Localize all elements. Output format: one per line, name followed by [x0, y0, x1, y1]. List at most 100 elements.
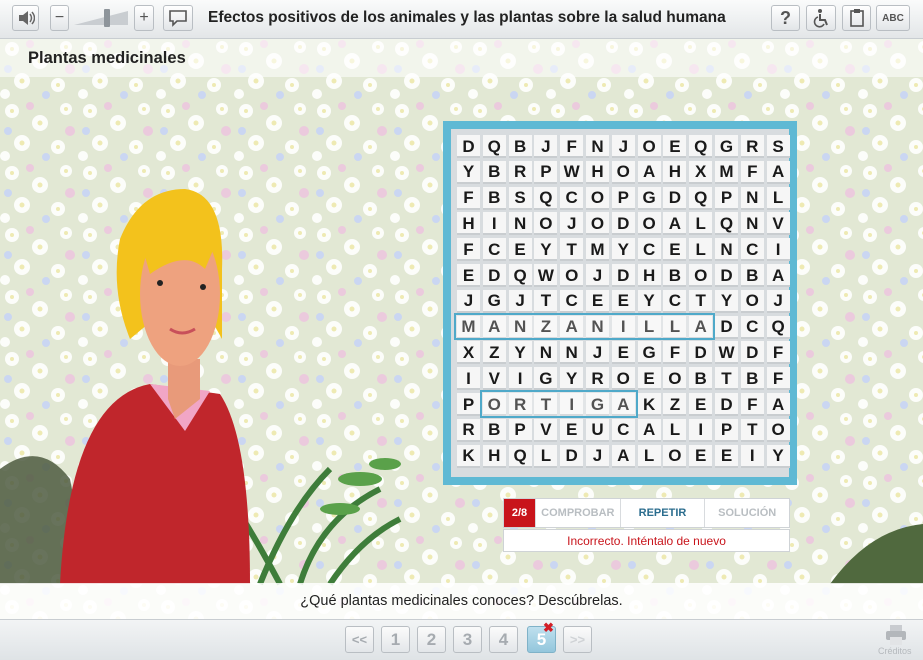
- grid-cell[interactable]: S: [508, 186, 532, 210]
- speech-bubble-icon[interactable]: [163, 5, 193, 31]
- grid-cell[interactable]: Q: [689, 186, 713, 210]
- grid-cell[interactable]: G: [534, 367, 558, 391]
- volume-up-button[interactable]: +: [134, 5, 154, 31]
- grid-cell[interactable]: I: [766, 238, 790, 262]
- grid-cell[interactable]: M: [586, 238, 609, 262]
- grid-cell[interactable]: H: [482, 444, 506, 468]
- grid-cell[interactable]: E: [560, 418, 584, 442]
- help-icon[interactable]: ?: [771, 5, 800, 31]
- grid-cell[interactable]: D: [740, 341, 764, 365]
- grid-cell[interactable]: Y: [715, 289, 738, 313]
- grid-cell[interactable]: F: [457, 186, 480, 210]
- grid-cell[interactable]: E: [663, 238, 687, 262]
- grid-cell[interactable]: L: [766, 186, 790, 210]
- grid-cell[interactable]: W: [715, 341, 738, 365]
- page-button-3[interactable]: 3: [453, 626, 482, 653]
- grid-cell[interactable]: F: [663, 341, 687, 365]
- grid-cell[interactable]: T: [715, 367, 738, 391]
- grid-cell[interactable]: N: [534, 341, 558, 365]
- grid-cell[interactable]: D: [715, 393, 738, 416]
- grid-cell[interactable]: I: [740, 444, 764, 468]
- grid-cell[interactable]: A: [766, 160, 790, 184]
- grid-cell[interactable]: D: [457, 135, 480, 158]
- grid-cell[interactable]: N: [740, 212, 764, 236]
- grid-cell[interactable]: T: [689, 289, 713, 313]
- grid-cell[interactable]: Z: [534, 315, 558, 339]
- grid-cell[interactable]: O: [586, 212, 609, 236]
- grid-cell[interactable]: F: [740, 393, 764, 416]
- grid-cell[interactable]: J: [586, 264, 609, 287]
- grid-cell[interactable]: Q: [482, 135, 506, 158]
- grid-cell[interactable]: I: [482, 212, 506, 236]
- grid-cell[interactable]: A: [766, 393, 790, 416]
- grid-cell[interactable]: D: [689, 341, 713, 365]
- grid-cell[interactable]: L: [637, 444, 661, 468]
- grid-cell[interactable]: N: [560, 341, 584, 365]
- grid-cell[interactable]: B: [508, 135, 532, 158]
- grid-cell[interactable]: Q: [766, 315, 790, 339]
- grid-cell[interactable]: A: [766, 264, 790, 287]
- grid-cell[interactable]: J: [611, 135, 635, 158]
- grid-cell[interactable]: X: [457, 341, 480, 365]
- grid-cell[interactable]: L: [637, 315, 661, 339]
- grid-cell[interactable]: Q: [689, 135, 713, 158]
- grid-cell[interactable]: P: [508, 418, 532, 442]
- grid-cell[interactable]: G: [637, 186, 661, 210]
- grid-cell[interactable]: F: [766, 341, 790, 365]
- grid-cell[interactable]: Y: [637, 289, 661, 313]
- grid-cell[interactable]: V: [766, 212, 790, 236]
- grid-cell[interactable]: R: [740, 135, 764, 158]
- grid-cell[interactable]: E: [586, 289, 609, 313]
- grid-cell[interactable]: O: [766, 418, 790, 442]
- grid-cell[interactable]: I: [457, 367, 480, 391]
- grid-cell[interactable]: D: [715, 315, 738, 339]
- grid-cell[interactable]: Y: [534, 238, 558, 262]
- grid-cell[interactable]: L: [663, 315, 687, 339]
- grid-cell[interactable]: E: [663, 135, 687, 158]
- grid-cell[interactable]: R: [508, 160, 532, 184]
- grid-cell[interactable]: A: [611, 444, 635, 468]
- grid-cell[interactable]: J: [586, 341, 609, 365]
- grid-cell[interactable]: I: [689, 418, 713, 442]
- grid-cell[interactable]: T: [534, 393, 558, 416]
- grid-cell[interactable]: B: [482, 418, 506, 442]
- credits-link[interactable]: Créditos: [878, 646, 912, 656]
- grid-cell[interactable]: R: [586, 367, 609, 391]
- grid-cell[interactable]: D: [611, 212, 635, 236]
- grid-cell[interactable]: B: [689, 367, 713, 391]
- grid-cell[interactable]: H: [637, 264, 661, 287]
- grid-cell[interactable]: W: [534, 264, 558, 287]
- grid-cell[interactable]: D: [560, 444, 584, 468]
- grid-cell[interactable]: A: [663, 212, 687, 236]
- grid-cell[interactable]: E: [715, 444, 738, 468]
- grid-cell[interactable]: Q: [534, 186, 558, 210]
- grid-cell[interactable]: Y: [611, 238, 635, 262]
- grid-cell[interactable]: M: [457, 315, 480, 339]
- grid-cell[interactable]: O: [637, 212, 661, 236]
- volume-down-button[interactable]: −: [50, 5, 69, 31]
- grid-cell[interactable]: C: [611, 418, 635, 442]
- grid-cell[interactable]: N: [740, 186, 764, 210]
- grid-cell[interactable]: C: [637, 238, 661, 262]
- grid-cell[interactable]: E: [457, 264, 480, 287]
- grid-cell[interactable]: N: [586, 315, 609, 339]
- grid-cell[interactable]: X: [689, 160, 713, 184]
- grid-cell[interactable]: J: [457, 289, 480, 313]
- grid-cell[interactable]: K: [457, 444, 480, 468]
- grid-cell[interactable]: D: [715, 264, 738, 287]
- grid-cell[interactable]: N: [508, 212, 532, 236]
- grid-cell[interactable]: C: [482, 238, 506, 262]
- grid-cell[interactable]: J: [766, 289, 790, 313]
- grid-cell[interactable]: J: [586, 444, 609, 468]
- grid-cell[interactable]: W: [560, 160, 584, 184]
- grid-cell[interactable]: S: [766, 135, 790, 158]
- grid-cell[interactable]: A: [689, 315, 713, 339]
- grid-cell[interactable]: Q: [508, 444, 532, 468]
- grid-cell[interactable]: Y: [508, 341, 532, 365]
- grid-cell[interactable]: T: [534, 289, 558, 313]
- grid-cell[interactable]: D: [663, 186, 687, 210]
- grid-cell[interactable]: O: [689, 264, 713, 287]
- volume-slider[interactable]: [72, 8, 130, 28]
- grid-cell[interactable]: N: [586, 135, 609, 158]
- grid-cell[interactable]: F: [766, 367, 790, 391]
